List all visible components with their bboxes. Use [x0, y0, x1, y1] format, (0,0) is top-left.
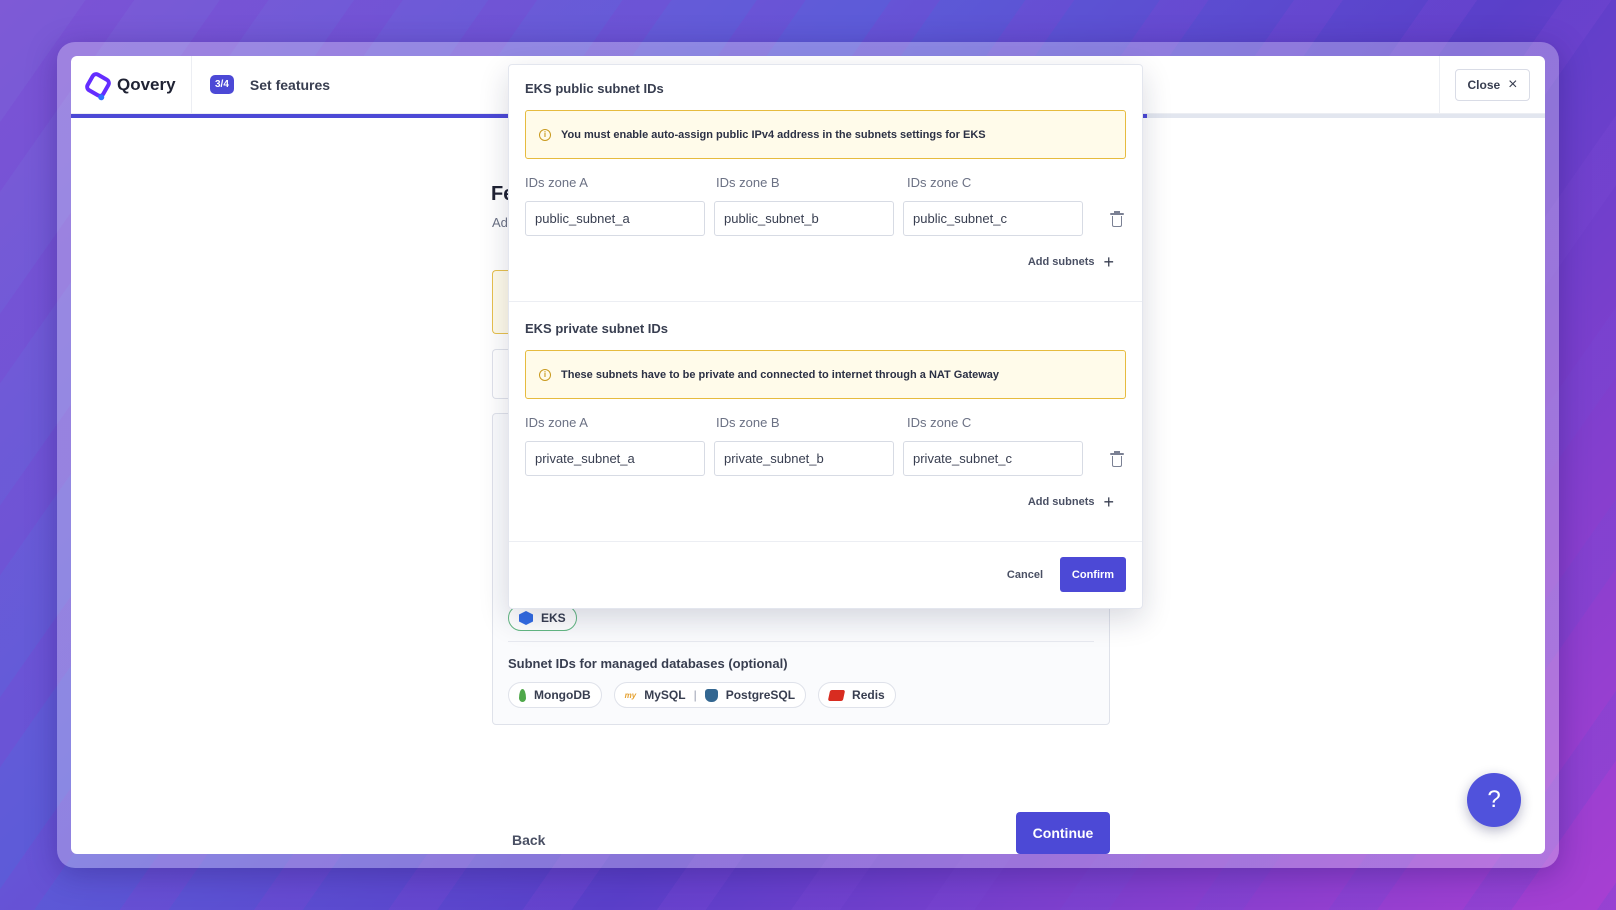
public-subnets-section: EKS public subnet IDs i You must enable … — [509, 81, 1142, 272]
trash-icon[interactable] — [1110, 450, 1124, 467]
public-zone-a-label: IDs zone A — [525, 175, 588, 190]
close-label: Close — [1467, 78, 1501, 92]
redis-icon — [827, 689, 846, 701]
private-zone-c-label: IDs zone C — [907, 415, 972, 430]
public-zone-b-label: IDs zone B — [716, 175, 780, 190]
public-subnets-notice: i You must enable auto-assign public IPv… — [525, 110, 1126, 159]
postgresql-icon — [704, 688, 718, 702]
private-zone-a-input[interactable] — [525, 441, 705, 476]
mysql-icon: my — [624, 690, 637, 700]
brand-name: Qovery — [117, 74, 176, 94]
cancel-button[interactable]: Cancel — [1007, 569, 1043, 581]
help-icon: ? — [1487, 786, 1501, 813]
page-subtitle: Ad — [492, 215, 508, 230]
qovery-logo-icon — [82, 69, 114, 100]
help-button[interactable]: ? — [1467, 773, 1521, 827]
mysql-label: MySQL — [644, 688, 686, 702]
kubernetes-icon — [519, 611, 533, 625]
info-icon: i — [539, 368, 551, 381]
db-subnets-title: Subnet IDs for managed databases (option… — [508, 656, 788, 671]
close-area: Close × — [1439, 56, 1545, 114]
public-add-subnets-label: Add subnets — [1027, 256, 1095, 268]
continue-button[interactable]: Continue — [1016, 812, 1110, 854]
public-subnets-title: EKS public subnet IDs — [525, 81, 664, 96]
redis-chip[interactable]: Redis — [818, 682, 896, 708]
plus-icon: + — [1103, 492, 1114, 512]
public-zone-c-input[interactable] — [903, 201, 1083, 236]
mongodb-chip[interactable]: MongoDB — [508, 682, 602, 708]
step-title: Set features — [249, 76, 331, 93]
private-add-subnets-button[interactable]: Add subnets + — [525, 492, 1126, 512]
db-chip-list: MongoDB my MySQL | PostgreSQL Redis — [508, 682, 896, 708]
private-zone-a-label: IDs zone A — [525, 415, 588, 430]
footer-divider — [509, 541, 1142, 542]
redis-label: Redis — [852, 688, 885, 702]
confirm-button[interactable]: Confirm — [1060, 557, 1126, 592]
step-badge: 3/4 — [210, 75, 234, 94]
public-zone-c-label: IDs zone C — [907, 175, 972, 190]
info-icon: i — [539, 128, 551, 141]
private-zone-labels: IDs zone A IDs zone B IDs zone C — [525, 415, 1126, 430]
mongodb-label: MongoDB — [534, 688, 591, 702]
public-zone-labels: IDs zone A IDs zone B IDs zone C — [525, 175, 1126, 190]
chip-separator: | — [693, 688, 697, 702]
public-zone-a-input[interactable] — [525, 201, 705, 236]
private-zone-inputs — [525, 441, 1126, 476]
eks-chip-label: EKS — [541, 611, 566, 625]
back-button[interactable]: Back — [512, 832, 545, 848]
mysql-postgresql-chip[interactable]: my MySQL | PostgreSQL — [613, 682, 807, 708]
brand-logo[interactable]: Qovery — [71, 56, 192, 113]
public-zone-inputs — [525, 201, 1126, 236]
trash-icon[interactable] — [1110, 210, 1124, 227]
mongodb-icon — [519, 688, 526, 702]
postgresql-label: PostgreSQL — [725, 688, 796, 702]
private-zone-b-input[interactable] — [714, 441, 894, 476]
private-subnets-section: EKS private subnet IDs i These subnets h… — [509, 321, 1142, 512]
public-zone-b-input[interactable] — [714, 201, 894, 236]
panel-divider — [508, 641, 1094, 642]
close-button[interactable]: Close × — [1455, 69, 1530, 101]
public-add-subnets-button[interactable]: Add subnets + — [525, 252, 1126, 272]
section-divider — [509, 301, 1142, 302]
plus-icon: + — [1103, 252, 1114, 272]
private-zone-b-label: IDs zone B — [716, 415, 780, 430]
private-subnets-notice: i These subnets have to be private and c… — [525, 350, 1126, 399]
public-notice-text: You must enable auto-assign public IPv4 … — [561, 128, 986, 141]
private-subnets-title: EKS private subnet IDs — [525, 321, 669, 336]
close-icon: × — [1508, 76, 1518, 93]
private-notice-text: These subnets have to be private and con… — [561, 368, 1000, 381]
modal-footer: Cancel Confirm — [1007, 557, 1126, 592]
private-add-subnets-label: Add subnets — [1027, 496, 1095, 508]
step-indicator: 3/4 Set features — [192, 75, 330, 94]
subnet-ids-modal: EKS public subnet IDs i You must enable … — [508, 64, 1143, 609]
private-zone-c-input[interactable] — [903, 441, 1083, 476]
